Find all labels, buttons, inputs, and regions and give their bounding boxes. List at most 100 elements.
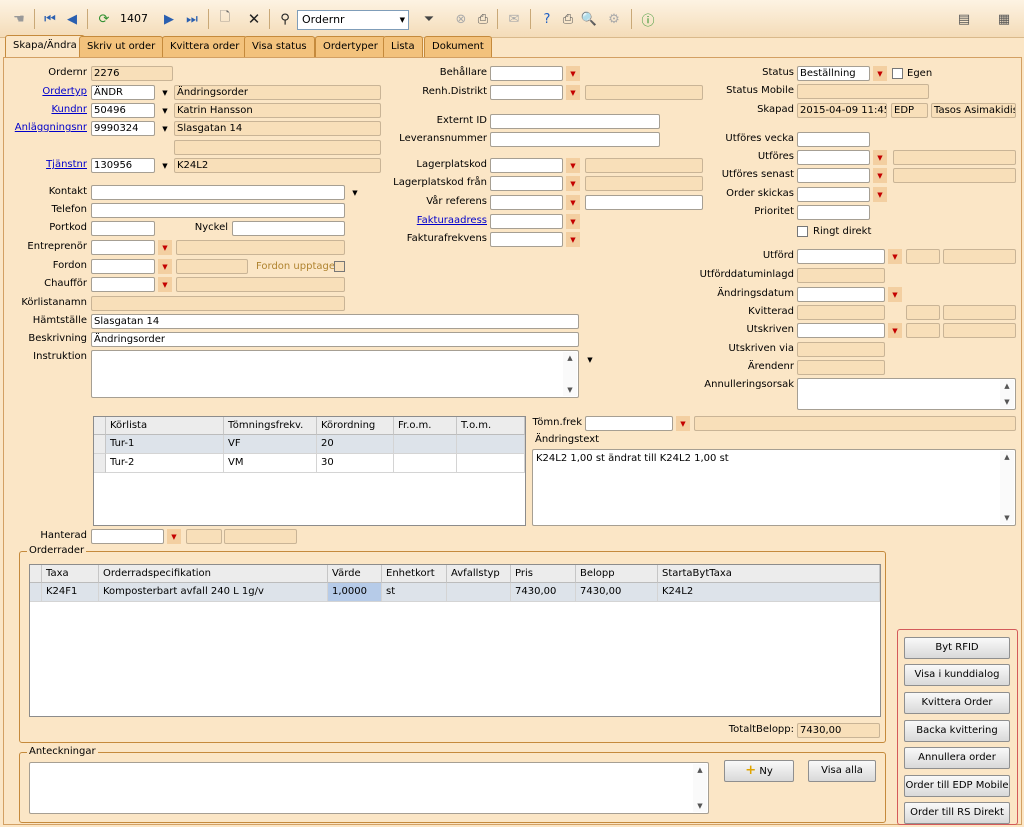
scroll-down-icon[interactable]: ▼ xyxy=(1000,396,1014,408)
chevron-down-icon[interactable]: ▼ xyxy=(566,232,580,247)
ringt-direkt-checkbox[interactable] xyxy=(797,226,808,237)
leveransnummer-field[interactable] xyxy=(490,132,660,147)
row-header[interactable] xyxy=(94,435,106,454)
table-cell[interactable]: VM xyxy=(224,454,317,473)
utskriven-field[interactable] xyxy=(797,323,885,338)
column-header[interactable]: Körordning xyxy=(317,417,394,435)
column-header[interactable]: Avfallstyp xyxy=(447,565,511,583)
chevron-down-icon[interactable]: ▼ xyxy=(873,168,887,183)
var-referens-field[interactable] xyxy=(490,195,563,210)
settings-icon[interactable]: ⚙ xyxy=(605,10,623,28)
hanterad-field[interactable] xyxy=(91,529,164,544)
column-header[interactable]: Orderradspecifikation xyxy=(99,565,328,583)
chauffor-field[interactable] xyxy=(91,277,155,292)
kvittera-order-button[interactable]: Kvittera Order xyxy=(904,692,1010,714)
fordon-field[interactable] xyxy=(91,259,155,274)
delete-icon[interactable]: ✕ xyxy=(245,10,263,28)
tjanstnr-field[interactable]: 130956 xyxy=(91,158,155,173)
kundnr-field[interactable]: 50496 xyxy=(91,103,155,118)
table-cell[interactable]: Tur-1 xyxy=(106,435,224,454)
andringstext-textarea[interactable]: K24L2 1,00 st ändrat till K24L2 1,00 st … xyxy=(532,449,1016,526)
export-icon[interactable]: ⎙ xyxy=(474,10,492,28)
chevron-down-icon[interactable]: ▼ xyxy=(566,195,580,210)
anteckningar-textarea[interactable]: ▲ ▼ xyxy=(29,762,709,814)
table-cell[interactable]: K24F1 xyxy=(42,583,99,602)
chevron-down-icon[interactable]: ▼ xyxy=(348,185,362,200)
chevron-down-icon[interactable]: ▼ xyxy=(873,66,887,81)
scroll-up-icon[interactable]: ▲ xyxy=(1000,380,1014,392)
table-cell[interactable]: st xyxy=(382,583,447,602)
chevron-down-icon[interactable]: ▼ xyxy=(566,85,580,100)
utfores-vecka-field[interactable] xyxy=(797,132,870,147)
scrollbar[interactable]: ▲ ▼ xyxy=(563,352,577,396)
chevron-down-icon[interactable]: ▼ xyxy=(566,176,580,191)
scroll-down-icon[interactable]: ▼ xyxy=(693,800,707,812)
table-cell[interactable]: 30 xyxy=(317,454,394,473)
chevron-down-icon[interactable]: ▼ xyxy=(888,287,902,302)
backa-kvittering-button[interactable]: Backa kvittering xyxy=(904,720,1010,742)
ny-button[interactable]: + Ny xyxy=(724,760,794,782)
status-field[interactable]: Beställning xyxy=(797,66,870,81)
table-cell[interactable]: Komposterbart avfall 240 L 1g/v xyxy=(99,583,328,602)
utfores-senast-field[interactable] xyxy=(797,168,870,183)
first-record-icon[interactable]: ⏮ xyxy=(41,10,59,28)
chevron-down-icon[interactable]: ▼ xyxy=(158,158,172,173)
column-header[interactable]: Belopp xyxy=(576,565,658,583)
order-skickas-field[interactable] xyxy=(797,187,870,202)
fakturaadress-link[interactable]: Fakturaadress xyxy=(380,214,487,228)
filter-icon[interactable]: ⏷ xyxy=(420,10,438,28)
table-cell[interactable]: K24L2 xyxy=(658,583,880,602)
scroll-down-icon[interactable]: ▼ xyxy=(563,384,577,396)
last-record-icon[interactable]: ⏭ xyxy=(183,10,201,28)
scroll-down-icon[interactable]: ▼ xyxy=(1000,512,1014,524)
print-icon[interactable]: ⎙ xyxy=(559,10,577,28)
scrollbar[interactable]: ▲ ▼ xyxy=(1000,380,1014,408)
telefon-field[interactable] xyxy=(91,203,345,218)
clear-filter-icon[interactable]: ⊗ xyxy=(452,10,470,28)
kontakt-field[interactable] xyxy=(91,185,345,200)
chevron-down-icon[interactable]: ▼ xyxy=(158,103,172,118)
tab-dokument[interactable]: Dokument xyxy=(424,36,492,57)
externt-id-field[interactable] xyxy=(490,114,660,129)
tomn-frek-field[interactable] xyxy=(585,416,673,431)
utfores-field[interactable] xyxy=(797,150,870,165)
egen-checkbox[interactable] xyxy=(892,68,903,79)
fordon-upptaget-checkbox[interactable] xyxy=(334,261,345,272)
chevron-down-icon[interactable]: ▼ xyxy=(873,187,887,202)
table-cell[interactable] xyxy=(394,454,457,473)
ordertyp-link[interactable]: Ordertyp xyxy=(10,85,87,99)
chevron-down-icon[interactable]: ▼ xyxy=(566,214,580,229)
column-header[interactable]: Taxa xyxy=(42,565,99,583)
column-header[interactable]: T.o.m. xyxy=(457,417,525,435)
column-header[interactable]: StartaBytTaxa xyxy=(658,565,880,583)
chevron-down-icon[interactable]: ▼ xyxy=(158,85,172,100)
column-header[interactable]: Körlista xyxy=(106,417,224,435)
new-document-icon[interactable]: 🗋 xyxy=(216,10,234,28)
table-cell[interactable]: 20 xyxy=(317,435,394,454)
tjanstnr-link[interactable]: Tjänstnr xyxy=(10,158,87,172)
print-preview-icon[interactable]: 🔍 xyxy=(580,10,598,28)
binoculars-icon[interactable]: ⚲ xyxy=(276,10,294,28)
table-cell[interactable]: 7430,00 xyxy=(511,583,576,602)
mail-icon[interactable]: ✉ xyxy=(505,10,523,28)
chevron-down-icon[interactable]: ▼ xyxy=(676,416,690,431)
column-header[interactable]: Pris xyxy=(511,565,576,583)
table-cell[interactable] xyxy=(447,583,511,602)
ordertyp-field[interactable]: ÄNDR xyxy=(91,85,155,100)
table-cell[interactable]: Tur-2 xyxy=(106,454,224,473)
anlaggningsnr-link[interactable]: Anläggningsnr xyxy=(10,121,87,135)
previous-record-icon[interactable]: ◀ xyxy=(63,10,81,28)
lagerplatskod-field[interactable] xyxy=(490,158,563,173)
order-till-rs-direkt-button[interactable]: Order till RS Direkt xyxy=(904,802,1010,824)
prioritet-field[interactable] xyxy=(797,205,870,220)
chevron-down-icon[interactable]: ▼ xyxy=(566,66,580,81)
portkod-field[interactable] xyxy=(91,221,155,236)
fakturaadress-field[interactable] xyxy=(490,214,563,229)
tab-kvittera-order[interactable]: Kvittera order xyxy=(162,36,248,57)
lagerplatskod-fran-field[interactable] xyxy=(490,176,563,191)
window-menu-icon[interactable]: ▦ xyxy=(995,10,1013,28)
annulleringsorsak-textarea[interactable]: ▲ ▼ xyxy=(797,378,1016,410)
scrollbar[interactable]: ▲ ▼ xyxy=(693,764,707,812)
column-header[interactable]: Värde xyxy=(328,565,382,583)
scroll-up-icon[interactable]: ▲ xyxy=(1000,451,1014,463)
